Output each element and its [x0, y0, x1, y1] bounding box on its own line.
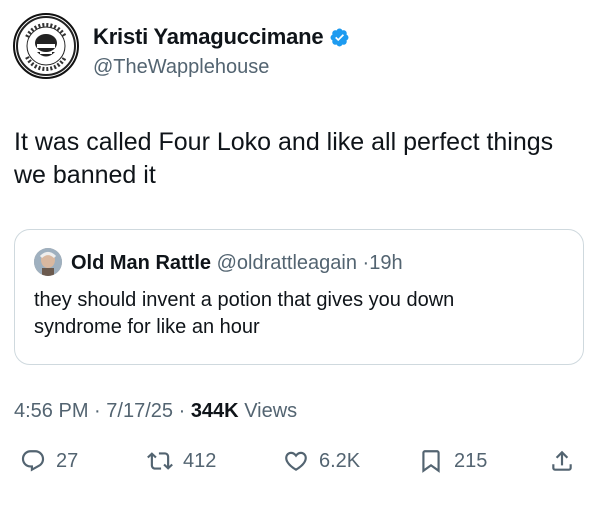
quoted-tweet[interactable]: Old Man Rattle @oldrattleagain ·19h they… — [14, 229, 584, 365]
quoted-author-avatar[interactable] — [34, 248, 62, 276]
tweet-date[interactable]: 7/17/25 — [106, 400, 173, 422]
quoted-header: Old Man Rattle @oldrattleagain ·19h — [71, 252, 403, 275]
tweet-text: It was called Four Loko and like all per… — [14, 126, 589, 192]
quoted-text-line: they should invent a potion that gives y… — [34, 289, 455, 311]
share-icon — [552, 450, 572, 471]
author-avatar[interactable] — [13, 13, 79, 79]
views-count: 344K — [190, 400, 239, 422]
bookmark-button[interactable]: 215 — [418, 448, 487, 474]
reply-count: 27 — [56, 449, 79, 472]
like-button[interactable]: 6.2K — [283, 448, 360, 474]
author-display-name[interactable]: Kristi Yamaguccimane — [93, 24, 324, 50]
quoted-text-line: syndrome for like an hour — [34, 316, 260, 338]
repost-icon — [147, 452, 173, 470]
author-handle[interactable]: @TheWapplehouse — [93, 56, 269, 79]
quoted-time[interactable]: 19h — [369, 252, 402, 274]
tweet-text-line: we banned it — [14, 161, 156, 189]
views-label: Views — [244, 400, 298, 422]
repost-count: 412 — [183, 449, 217, 472]
like-icon — [285, 451, 307, 471]
tweet-time[interactable]: 4:56 PM — [14, 400, 88, 422]
tweet-meta: 4:56 PM · 7/17/25 · 344K Views — [14, 400, 297, 423]
author-name-row: Kristi Yamaguccimane — [93, 24, 350, 50]
reply-icon — [21, 450, 45, 472]
quoted-text: they should invent a potion that gives y… — [34, 287, 564, 341]
meta-separator: · — [178, 400, 186, 422]
bookmark-icon — [422, 450, 440, 473]
repost-button[interactable]: 412 — [147, 448, 216, 474]
quoted-handle[interactable]: @oldrattleagain — [217, 252, 357, 274]
tweet-text-line: It was called Four Loko and like all per… — [14, 128, 554, 156]
verified-badge-icon — [330, 28, 349, 46]
action-bar: 27 412 6.2K 215 — [0, 448, 600, 488]
share-button[interactable] — [549, 448, 575, 474]
bookmark-count: 215 — [454, 449, 488, 472]
reply-button[interactable]: 27 — [20, 448, 78, 474]
quoted-display-name[interactable]: Old Man Rattle — [71, 252, 211, 274]
like-count: 6.2K — [319, 449, 361, 472]
meta-separator: · — [94, 400, 101, 422]
